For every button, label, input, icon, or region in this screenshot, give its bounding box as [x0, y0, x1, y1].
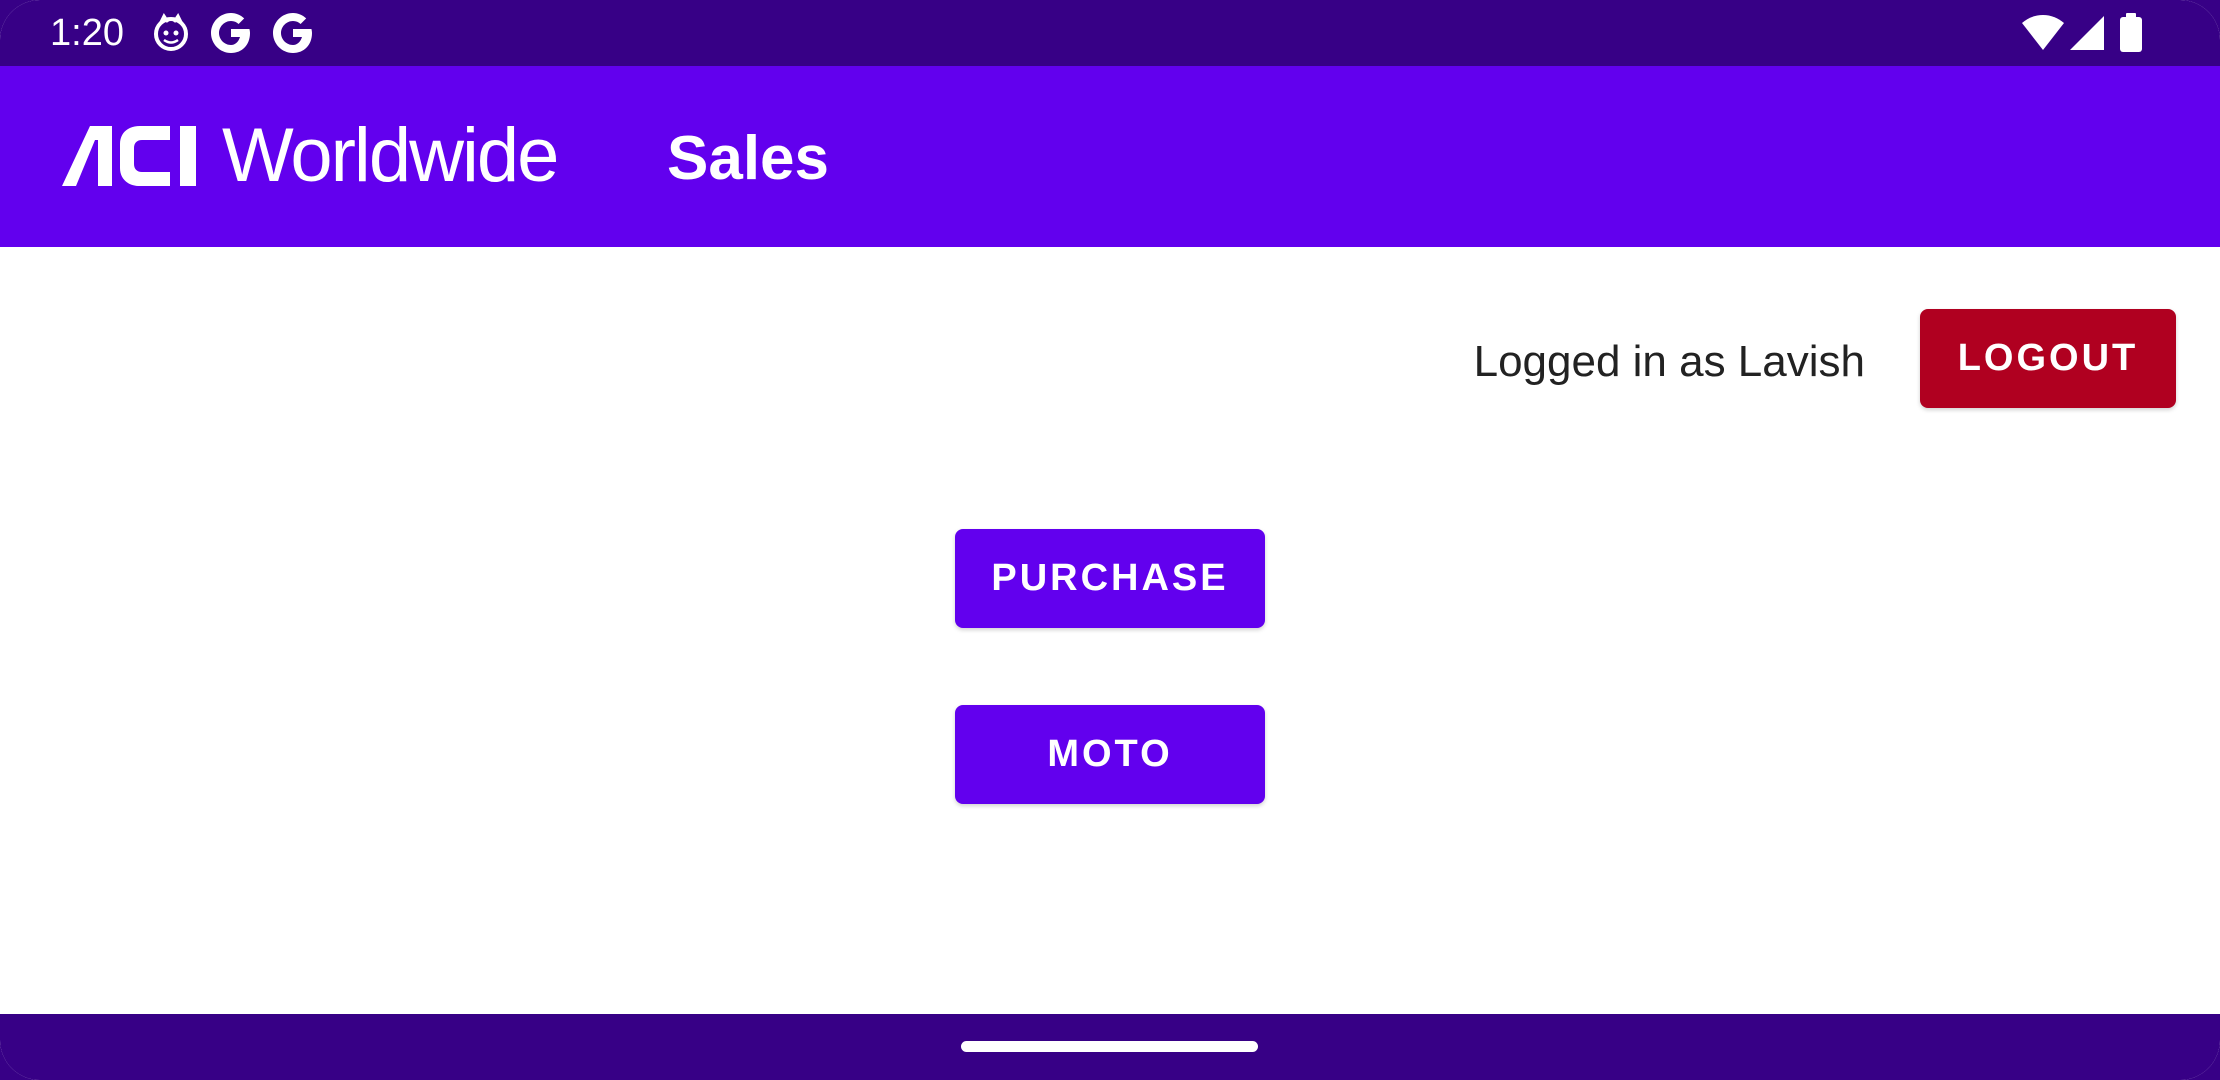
google-g-icon — [273, 13, 312, 53]
status-time: 1:20 — [50, 12, 124, 54]
gesture-home-handle[interactable] — [961, 1041, 1258, 1052]
page-title: Sales — [667, 124, 830, 193]
status-bar: 1:20 — [0, 0, 2220, 66]
cell-signal-icon — [2070, 16, 2104, 50]
wifi-icon — [2022, 15, 2064, 50]
aci-worldwide-logo: Worldwide — [62, 113, 559, 198]
app-bar: Worldwide Sales — [0, 66, 2220, 247]
aci-logo-mark — [62, 126, 196, 186]
navigation-bar — [0, 1014, 2220, 1080]
app-screen: 1:20 Worldwide Sales Logged in as Lavish… — [0, 0, 2220, 1080]
purchase-button[interactable]: PURCHASE — [955, 529, 1265, 628]
logout-button[interactable]: LOGOUT — [1920, 309, 2176, 408]
battery-icon — [2120, 13, 2142, 52]
cat-face-icon — [154, 13, 188, 51]
logged-in-status: Logged in as Lavish — [1473, 337, 1865, 386]
moto-button[interactable]: MOTO — [955, 705, 1265, 804]
google-g-icon — [211, 13, 250, 53]
logo-text: Worldwide — [222, 113, 559, 198]
